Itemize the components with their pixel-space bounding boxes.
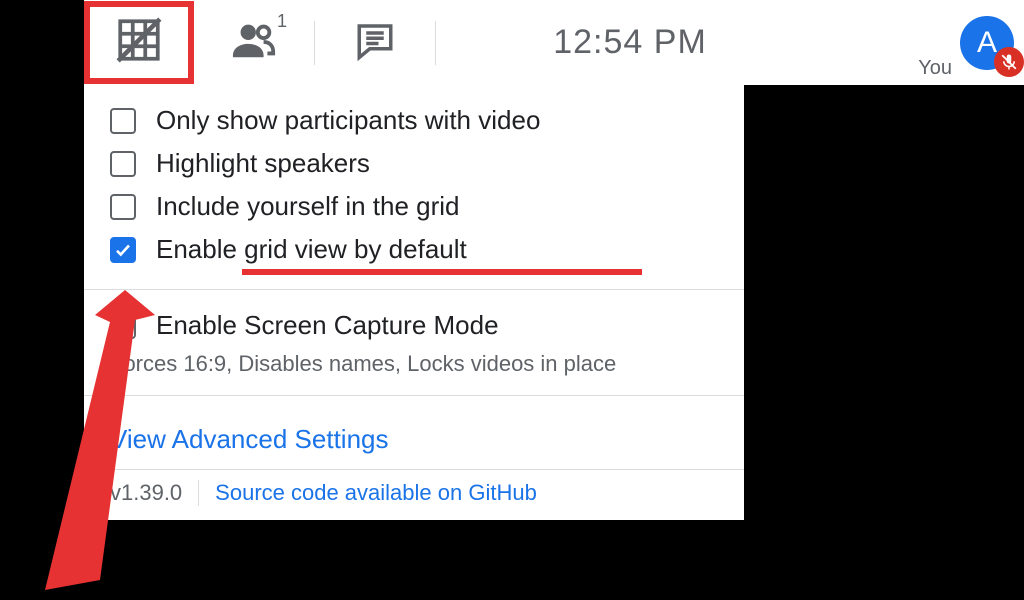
chat-icon[interactable] — [354, 19, 396, 66]
checkbox[interactable] — [110, 194, 136, 220]
option-label: Highlight speakers — [156, 148, 370, 179]
option-label: Enable grid view by default — [156, 234, 467, 265]
option-only-video[interactable]: Only show participants with video — [84, 99, 744, 142]
panel-footer: v1.39.0 Source code available on GitHub — [84, 469, 744, 520]
mic-muted-icon — [994, 47, 1024, 77]
option-highlight-speakers[interactable]: Highlight speakers — [84, 142, 744, 185]
you-label: You — [918, 57, 952, 80]
screen-capture-hint: Forces 16:9, Disables names, Locks video… — [84, 347, 744, 377]
version-label: v1.39.0 — [110, 480, 182, 506]
option-label: Enable Screen Capture Mode — [156, 310, 499, 341]
option-screen-capture[interactable]: Enable Screen Capture Mode — [84, 304, 744, 347]
option-label: Include yourself in the grid — [156, 191, 460, 222]
option-include-yourself[interactable]: Include yourself in the grid — [84, 185, 744, 228]
grid-off-icon[interactable] — [114, 15, 164, 70]
avatar-initial: A — [977, 26, 997, 60]
option-enable-grid-default[interactable]: Enable grid view by default — [84, 228, 744, 271]
checkbox[interactable] — [110, 151, 136, 177]
grid-view-toggle-highlight — [84, 1, 194, 84]
meet-top-bar: 1 12:54 PM You A — [84, 0, 1024, 85]
people-icon[interactable]: 1 — [231, 17, 277, 68]
advanced-settings-link[interactable]: View Advanced Settings — [84, 410, 744, 469]
checkbox[interactable] — [110, 313, 136, 339]
annotation-underline — [242, 269, 642, 275]
panel-divider — [84, 289, 744, 290]
people-count: 1 — [277, 11, 287, 32]
footer-divider — [198, 480, 199, 506]
clock-time: 12:54 PM — [436, 23, 824, 62]
panel-divider — [84, 395, 744, 396]
option-label: Only show participants with video — [156, 105, 540, 136]
checkbox-checked[interactable] — [110, 237, 136, 263]
checkbox[interactable] — [110, 108, 136, 134]
github-link[interactable]: Source code available on GitHub — [215, 480, 537, 506]
grid-settings-panel: Only show participants with video Highli… — [84, 85, 744, 520]
self-tile: You A — [824, 0, 1024, 85]
